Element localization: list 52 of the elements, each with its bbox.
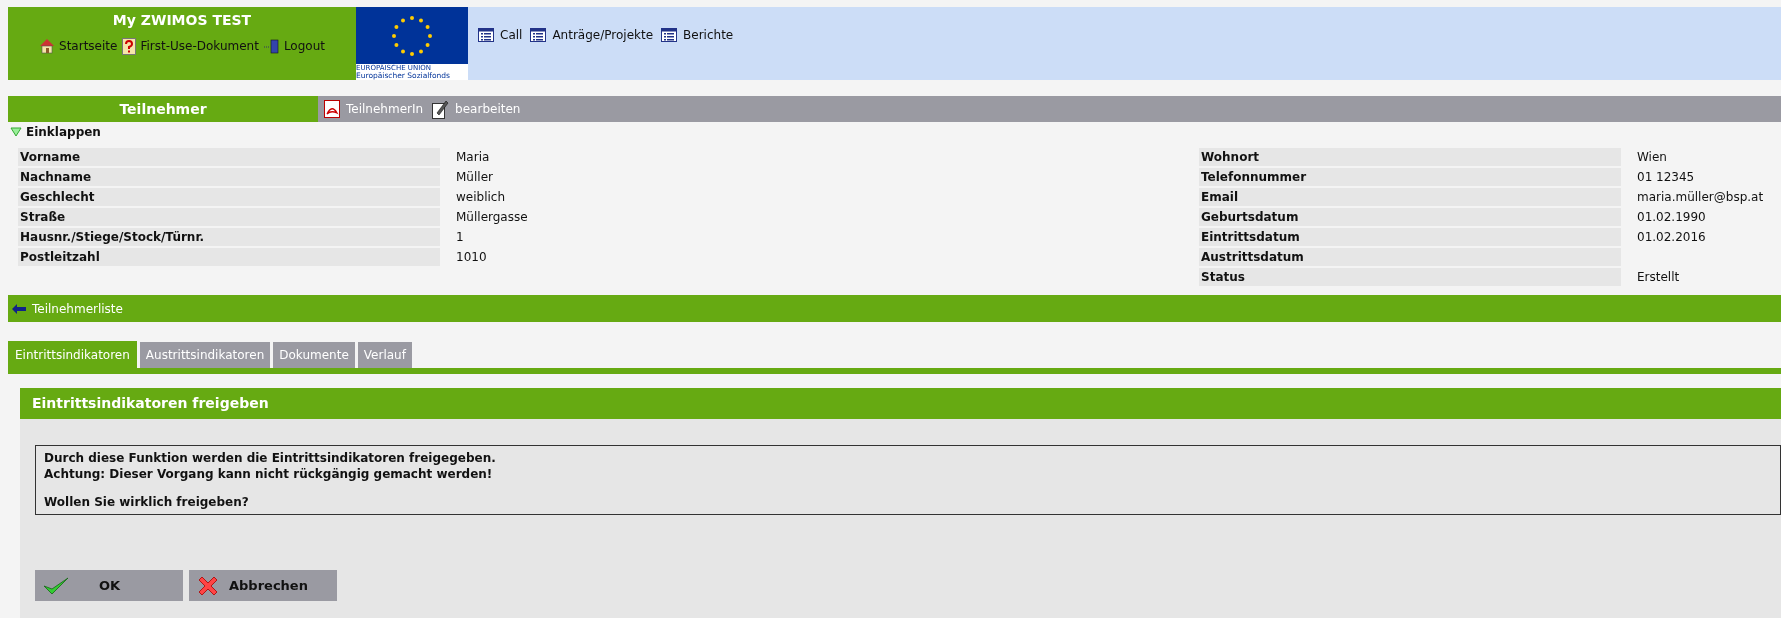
home-icon bbox=[39, 38, 55, 54]
field-label: Vorname bbox=[18, 148, 440, 166]
field-label: Hausnr./Stiege/Stock/Türnr. bbox=[18, 228, 440, 246]
field-label: Nachname bbox=[18, 168, 440, 186]
collapse-toggle[interactable]: Einklappen bbox=[8, 124, 103, 140]
field-value: 01.02.1990 bbox=[1637, 209, 1706, 226]
cancel-button[interactable]: Abbrechen bbox=[189, 570, 337, 601]
back-arrow-icon bbox=[12, 303, 26, 314]
help-icon bbox=[122, 37, 137, 55]
edit-icon bbox=[431, 99, 450, 119]
message-text: Durch diese Funktion werden die Eintrittsindikatoren freigegeben. bbox=[44, 450, 497, 466]
field-value: 1010 bbox=[456, 249, 487, 266]
cross-icon bbox=[197, 574, 219, 597]
nav-link[interactable]: Call bbox=[500, 26, 523, 44]
header-link[interactable]: Startseite bbox=[59, 37, 118, 55]
field-value: Erstellt bbox=[1637, 269, 1680, 286]
message-text: Achtung: Dieser Vorgang kann nicht rückgängig gemacht werden! bbox=[44, 466, 494, 482]
nav-link[interactable]: Berichte bbox=[683, 26, 734, 44]
field-label: Eintrittsdatum bbox=[1199, 228, 1621, 246]
list-icon bbox=[530, 28, 547, 42]
field-value: weiblich bbox=[456, 189, 506, 206]
field-label: Status bbox=[1199, 268, 1621, 286]
section-title: Teilnehmer bbox=[8, 96, 318, 122]
field-label: Postleitzahl bbox=[18, 248, 440, 266]
header-link[interactable]: First-Use-Dokument bbox=[140, 37, 259, 55]
field-label: Wohnort bbox=[1199, 148, 1621, 166]
app-title: My ZWIMOS TEST bbox=[112, 11, 252, 30]
field-label: Geburtsdatum bbox=[1199, 208, 1621, 226]
field-value: 01 12345 bbox=[1637, 169, 1695, 186]
pdf-icon bbox=[324, 100, 340, 118]
message-text: Wollen Sie wirklich freigeben? bbox=[44, 494, 250, 510]
nav-link[interactable]: Anträge/Projekte bbox=[552, 26, 654, 44]
field-label: Geschlecht bbox=[18, 188, 440, 206]
field-value: Maria bbox=[456, 149, 490, 166]
ok-button[interactable]: OK bbox=[35, 570, 183, 601]
field-label: Straße bbox=[18, 208, 440, 226]
header-link[interactable]: Logout bbox=[283, 37, 325, 55]
field-value: Müllergasse bbox=[456, 209, 528, 226]
field-label: Email bbox=[1199, 188, 1621, 206]
field-label: Telefonnummer bbox=[1199, 168, 1621, 186]
door-icon bbox=[263, 38, 280, 54]
field-label: Austrittsdatum bbox=[1199, 248, 1621, 266]
list-icon bbox=[478, 28, 494, 42]
dialog-title: Eintrittsindikatoren freigeben bbox=[20, 388, 1781, 419]
check-icon bbox=[43, 575, 69, 596]
field-value: Wien bbox=[1637, 149, 1667, 166]
field-value: 01.02.2016 bbox=[1637, 229, 1706, 246]
triangle-icon bbox=[10, 127, 22, 137]
list-icon bbox=[661, 28, 678, 42]
field-value: Müller bbox=[456, 169, 493, 186]
field-value: 1 bbox=[456, 229, 464, 246]
field-value: maria.müller@bsp.at bbox=[1637, 189, 1764, 206]
